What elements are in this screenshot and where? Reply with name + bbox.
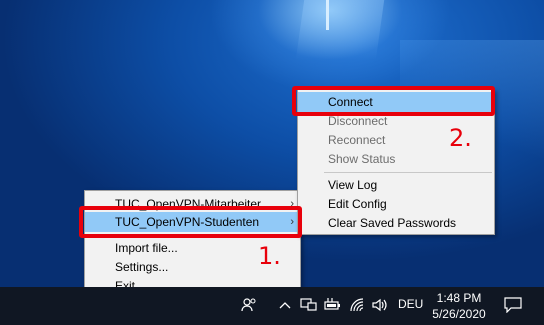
input-language-indicator[interactable]: DEU xyxy=(398,297,423,311)
clock-date: 5/26/2020 xyxy=(432,307,486,321)
wifi-icon[interactable] xyxy=(349,297,365,317)
step1-label: 1. xyxy=(258,242,281,270)
volume-icon[interactable] xyxy=(371,297,389,317)
menu-item-show-status[interactable]: Show Status xyxy=(298,149,494,169)
wallpaper-light xyxy=(295,0,385,60)
menu-item-label: Import file... xyxy=(115,241,178,255)
people-icon[interactable] xyxy=(241,297,257,317)
menu-separator xyxy=(324,172,492,173)
step1-highlight-box xyxy=(79,206,302,238)
network-icon[interactable] xyxy=(300,297,318,317)
chevron-up-icon[interactable] xyxy=(278,297,292,317)
step2-label: 2. xyxy=(449,124,472,152)
menu-item-view-log[interactable]: View Log xyxy=(298,175,494,195)
menu-item-label: View Log xyxy=(328,178,378,192)
menu-item-label: Disconnect xyxy=(328,114,388,128)
wallpaper-beam xyxy=(326,0,329,30)
menu-item-label: Reconnect xyxy=(328,133,386,147)
battery-icon[interactable] xyxy=(324,297,342,317)
menu-item-label: Settings... xyxy=(115,260,169,274)
menu-item-label: Clear Saved Passwords xyxy=(328,216,457,230)
menu-item-edit-config[interactable]: Edit Config xyxy=(298,194,494,214)
system-clock[interactable]: 1:48 PM 5/26/2020 xyxy=(428,290,490,322)
taskbar: DEU 1:48 PM 5/26/2020 xyxy=(0,287,544,325)
step2-highlight-box xyxy=(292,86,495,116)
clock-time: 1:48 PM xyxy=(436,291,482,305)
menu-item-label: Edit Config xyxy=(328,197,387,211)
menu-item-label: Show Status xyxy=(328,152,396,166)
menu-item-clear-saved-passwords[interactable]: Clear Saved Passwords xyxy=(298,213,494,233)
notification-icon[interactable] xyxy=(504,297,522,317)
